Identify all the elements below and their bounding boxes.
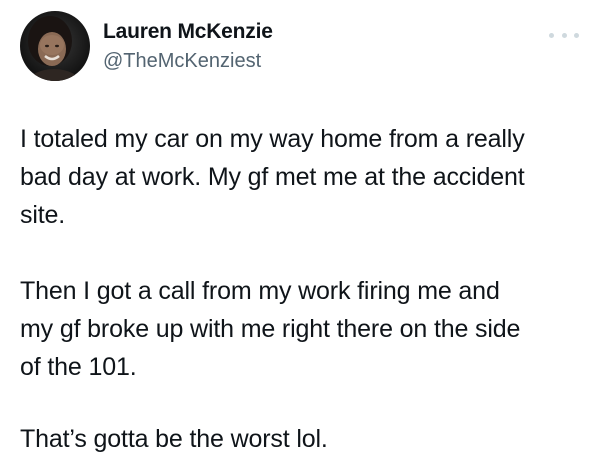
dot <box>561 32 567 38</box>
tweet-text-line: Then I got a call from my work firing me… <box>20 277 500 305</box>
tweet-text-line: bad day at work. My gf met me at the acc… <box>20 163 525 191</box>
author-name[interactable]: Lauren McKenzie <box>103 20 273 44</box>
more-options-icon[interactable] <box>549 26 579 44</box>
tweet-text-line: site. <box>20 201 66 229</box>
author-handle[interactable]: @TheMcKenziest <box>103 50 261 73</box>
tweet-text-line: of the 101. <box>20 353 137 381</box>
tweet-card: Lauren McKenzie @TheMcKenziest I totaled… <box>0 0 599 469</box>
dot <box>574 32 579 38</box>
profile-photo-icon <box>20 11 90 81</box>
avatar[interactable] <box>20 11 90 81</box>
tweet-text-line: my gf broke up with me right there on th… <box>20 315 521 343</box>
tweet-text-line: That’s gotta be the worst lol. <box>20 425 328 453</box>
tweet-text-line: I totaled my car on my way home from a r… <box>20 125 525 153</box>
dot <box>549 32 554 38</box>
